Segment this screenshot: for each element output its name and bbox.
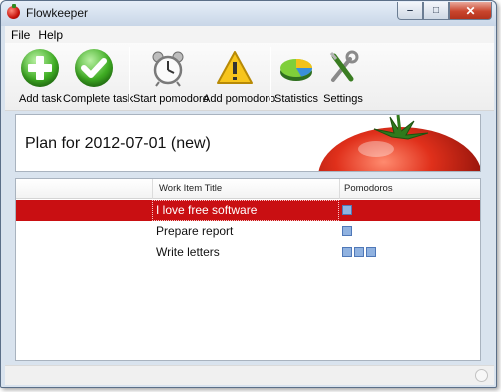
menu-file[interactable]: File bbox=[9, 28, 32, 42]
minimize-button[interactable]: ‒ bbox=[397, 2, 423, 20]
tomato-illustration bbox=[318, 115, 480, 171]
pomodoro-indicators bbox=[342, 247, 376, 257]
menu-help[interactable]: Help bbox=[36, 28, 65, 42]
complete-task-label: Complete task bbox=[63, 93, 134, 105]
pomodoro-box[interactable] bbox=[342, 247, 352, 257]
plan-header: Plan for 2012-07-01 (new) bbox=[15, 114, 481, 172]
add-task-label: Add task bbox=[19, 93, 62, 105]
settings-label: Settings bbox=[323, 93, 363, 105]
tools-icon bbox=[324, 49, 362, 87]
warning-icon bbox=[216, 49, 254, 87]
plan-title: Plan for 2012-07-01 (new) bbox=[25, 135, 211, 152]
pomodoro-box[interactable] bbox=[354, 247, 364, 257]
add-icon bbox=[21, 49, 59, 87]
close-button[interactable]: ✕ bbox=[449, 2, 492, 20]
task-table: Work Item Title Pomodoros I love free so… bbox=[15, 178, 481, 361]
toolbar-separator bbox=[129, 47, 130, 103]
table-row[interactable]: I love free software bbox=[16, 200, 480, 221]
add-task-button[interactable]: Add task bbox=[19, 45, 62, 107]
settings-button[interactable]: Settings bbox=[321, 45, 365, 107]
app-window: Flowkeeper ‒ □ ✕ File Help Add task Comp… bbox=[0, 0, 497, 388]
pomodoro-indicators bbox=[342, 205, 352, 215]
toolbar: Add task Complete task Start pomodoro Ad… bbox=[5, 43, 494, 111]
table-header: Work Item Title Pomodoros bbox=[16, 179, 480, 199]
add-pomodoro-label: Add pomodoro bbox=[203, 93, 276, 105]
title-bar[interactable]: Flowkeeper ‒ □ ✕ bbox=[1, 1, 496, 26]
alarm-clock-icon bbox=[149, 49, 187, 87]
pomodoro-box[interactable] bbox=[342, 205, 352, 215]
maximize-button[interactable]: □ bbox=[423, 2, 449, 20]
busy-indicator-icon bbox=[475, 369, 488, 382]
table-row[interactable]: Write letters bbox=[16, 242, 480, 263]
pomodoro-indicators bbox=[342, 226, 352, 236]
start-pomodoro-button[interactable]: Start pomodoro bbox=[133, 45, 209, 107]
task-title: Prepare report bbox=[156, 224, 234, 238]
complete-task-button[interactable]: Complete task bbox=[63, 45, 134, 107]
checkmark-icon bbox=[75, 49, 113, 87]
add-pomodoro-button[interactable]: Add pomodoro bbox=[203, 45, 276, 107]
status-bar bbox=[5, 365, 494, 385]
maximize-icon: □ bbox=[432, 5, 440, 16]
window-title: Flowkeeper bbox=[26, 6, 89, 20]
column-header-pomodoros[interactable]: Pomodoros bbox=[344, 183, 393, 194]
minimize-icon: ‒ bbox=[407, 5, 413, 16]
menu-bar: File Help bbox=[5, 26, 494, 43]
statistics-button[interactable]: Statistics bbox=[273, 45, 319, 107]
statistics-label: Statistics bbox=[273, 93, 318, 105]
window-controls: ‒ □ ✕ bbox=[397, 2, 492, 20]
pomodoro-box[interactable] bbox=[342, 226, 352, 236]
close-icon: ✕ bbox=[465, 3, 476, 18]
task-title: I love free software bbox=[156, 203, 258, 217]
toolbar-separator bbox=[270, 47, 271, 103]
table-row[interactable]: Prepare report bbox=[16, 221, 480, 242]
tomato-app-icon bbox=[7, 4, 20, 19]
column-header-title[interactable]: Work Item Title bbox=[159, 183, 222, 194]
pie-chart-icon bbox=[277, 49, 315, 87]
start-pomodoro-label: Start pomodoro bbox=[133, 93, 209, 105]
task-title: Write letters bbox=[156, 245, 220, 259]
pomodoro-box[interactable] bbox=[366, 247, 376, 257]
